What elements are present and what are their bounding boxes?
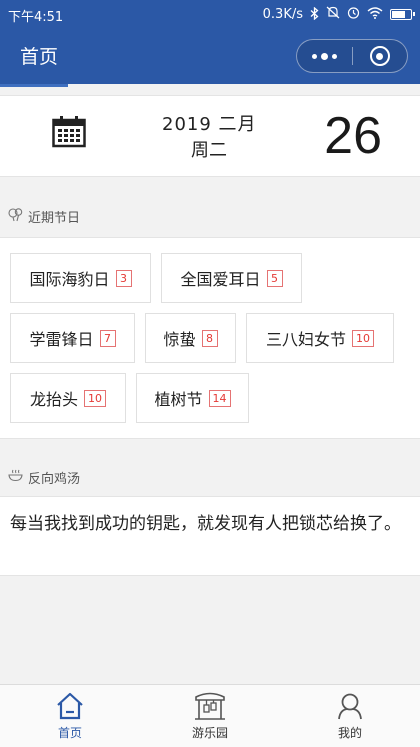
day-number: 26 xyxy=(324,107,382,165)
status-bar: 下午4:51 0.3K/s xyxy=(0,0,420,28)
festival-name: 植树节 xyxy=(154,390,203,409)
festival-name: 龙抬头 xyxy=(29,390,78,409)
status-time: 下午4:51 xyxy=(8,10,64,25)
close-miniprogram-button[interactable] xyxy=(353,40,408,72)
quote-card: 每当我找到成功的钥匙，就发现有人把锁芯给换了。 xyxy=(0,496,420,576)
mute-icon xyxy=(326,6,340,23)
home-icon xyxy=(55,691,85,721)
calendar-icon xyxy=(52,116,86,152)
loading-indicator xyxy=(0,84,68,87)
days-left-badge: 7 xyxy=(99,329,116,347)
festival-chip[interactable]: 国际海豹日 3 xyxy=(10,253,151,303)
tab-home-label: 首页 xyxy=(57,726,82,740)
tab-mine[interactable]: 我的 xyxy=(280,685,420,747)
capsule-menu xyxy=(296,39,408,73)
quote-text: 每当我找到成功的钥匙，就发现有人把锁芯给换了。 xyxy=(10,514,401,534)
network-speed: 0.3K/s xyxy=(262,7,303,22)
days-left-badge: 10 xyxy=(84,389,106,407)
user-icon xyxy=(336,691,364,721)
navigation-bar: 首页 xyxy=(0,28,420,84)
festival-chip[interactable]: 植树节 14 xyxy=(136,373,249,423)
festival-chip[interactable]: 龙抬头 10 xyxy=(10,373,126,423)
festival-name: 国际海豹日 xyxy=(29,270,110,289)
days-left-badge: 10 xyxy=(352,329,374,347)
quote-section-label: 反向鸡汤 xyxy=(28,471,81,487)
bluetooth-icon xyxy=(310,6,319,23)
status-indicators: 0.3K/s xyxy=(262,6,415,23)
tab-bar: 首页 游乐园 我的 xyxy=(0,684,420,747)
festival-section-label: 近期节日 xyxy=(28,210,81,226)
festival-chip[interactable]: 三八妇女节 10 xyxy=(246,313,394,363)
tab-park-label: 游乐园 xyxy=(191,726,228,740)
festival-icon xyxy=(8,207,23,226)
bowl-icon xyxy=(8,468,23,486)
festival-name: 三八妇女节 xyxy=(265,330,346,349)
quote-section-title: 反向鸡汤 xyxy=(8,467,80,487)
battery-icon xyxy=(390,9,415,20)
festival-section-title: 近期节日 xyxy=(8,206,80,226)
festival-name: 学雷锋日 xyxy=(29,330,94,349)
tab-park[interactable]: 游乐园 xyxy=(140,685,280,747)
festival-name: 全国爱耳日 xyxy=(180,270,261,289)
days-left-badge: 14 xyxy=(208,389,231,407)
festival-list: 国际海豹日 3 全国爱耳日 5 学雷锋日 7 惊蛰 8 三八妇女节 10 龙抬头… xyxy=(0,237,420,439)
wifi-icon xyxy=(367,6,383,23)
more-icon xyxy=(311,53,317,59)
more-button[interactable] xyxy=(297,40,352,72)
festival-name: 惊蛰 xyxy=(163,330,196,349)
tab-mine-label: 我的 xyxy=(337,726,362,740)
festival-chip[interactable]: 学雷锋日 7 xyxy=(10,313,135,363)
tab-home[interactable]: 首页 xyxy=(0,685,140,747)
days-left-badge: 8 xyxy=(201,329,218,347)
target-icon xyxy=(369,46,390,66)
festival-chip[interactable]: 全国爱耳日 5 xyxy=(161,253,302,303)
days-left-badge: 3 xyxy=(115,269,132,287)
date-card: 2019 二月 周二 26 xyxy=(0,95,420,177)
alarm-icon xyxy=(347,6,360,23)
weekday: 周二 xyxy=(191,140,227,161)
festival-chip[interactable]: 惊蛰 8 xyxy=(145,313,236,363)
year-month: 2019 二月 xyxy=(162,114,257,135)
days-left-badge: 5 xyxy=(266,269,283,287)
page-title: 首页 xyxy=(20,46,59,68)
park-icon xyxy=(193,691,227,721)
